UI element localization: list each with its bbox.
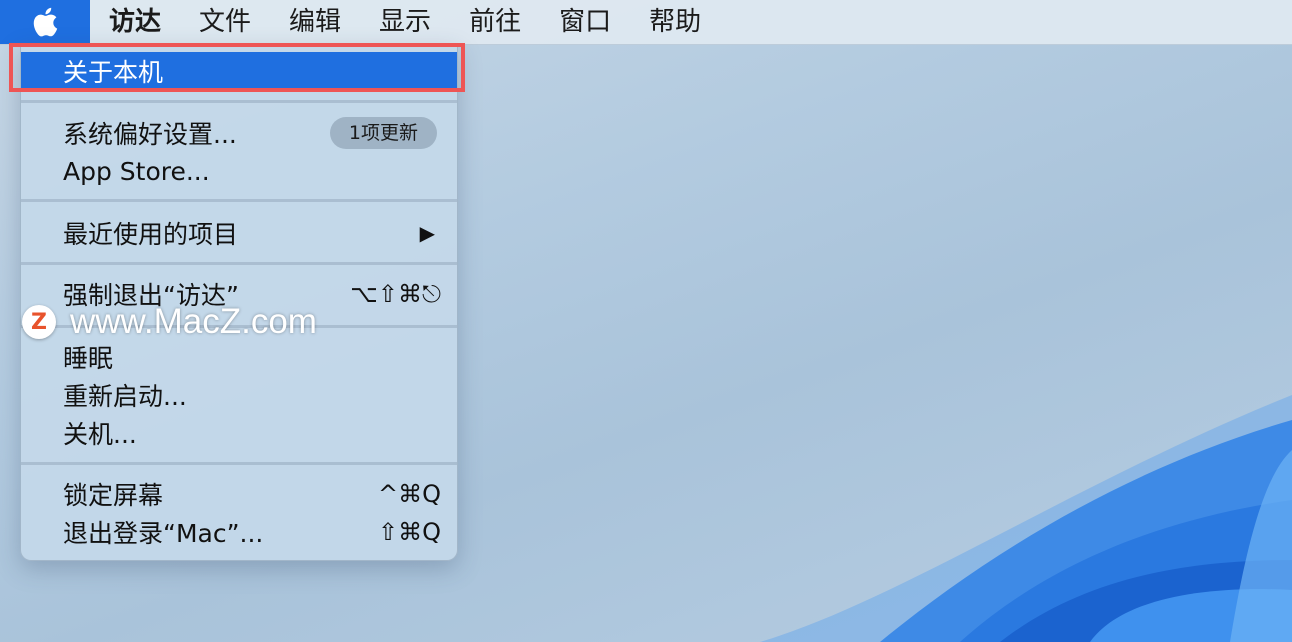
menubar-item-help[interactable]: 帮助 [630,0,720,44]
menubar-item-edit[interactable]: 编辑 [270,0,360,44]
watermark-text: www.MacZ.com [70,302,317,341]
menu-item-label: 睡眠 [63,344,114,373]
apple-logo-icon [33,7,58,37]
menubar-item-file[interactable]: 文件 [180,0,270,44]
keyboard-shortcut: ⇧⌘Q [378,518,441,546]
update-badge: 1项更新 [329,117,437,149]
menu-item-label: 锁定屏幕 [63,481,164,510]
menu-item-restart[interactable]: 重新启动... [21,376,457,414]
menubar-item-finder[interactable]: 访达 [90,0,180,44]
menubar-item-go[interactable]: 前往 [450,0,540,44]
menu-separator [21,100,457,103]
menu-item-sleep[interactable]: 睡眠 [21,338,457,376]
menu-item-system-preferences[interactable]: 系统偏好设置... 1项更新 [21,114,457,152]
menu-item-app-store[interactable]: App Store... [21,152,457,190]
annotation-highlight-box [9,43,465,92]
keyboard-shortcut: ^⌘Q [378,480,441,508]
menu-separator [21,199,457,202]
menu-item-label: App Store... [63,156,210,186]
menu-item-log-out[interactable]: 退出登录“Mac”... ⇧⌘Q [21,513,457,551]
menu-item-label: 关机... [63,420,137,449]
watermark-logo: Z [22,305,56,339]
menubar-item-window[interactable]: 窗口 [540,0,630,44]
menu-separator [21,462,457,465]
watermark: Z www.MacZ.com [22,302,317,342]
menu-item-lock-screen[interactable]: 锁定屏幕 ^⌘Q [21,475,457,513]
menubar-item-view[interactable]: 显示 [360,0,450,44]
menu-bar: 访达 文件 编辑 显示 前往 窗口 帮助 [0,0,1292,45]
menu-item-shutdown[interactable]: 关机... [21,414,457,452]
menu-separator [21,262,457,265]
menu-item-label: 最近使用的项目 [63,220,239,249]
chevron-right-icon: ▶ [419,221,435,245]
menu-item-label: 系统偏好设置... [63,120,237,149]
menu-item-recent-items[interactable]: 最近使用的项目 ▶ [21,214,457,252]
menu-item-label: 重新启动... [63,382,187,411]
menu-item-label: 退出登录“Mac”... [63,519,264,548]
keyboard-shortcut: ⌥⇧⌘⎋ [350,280,441,308]
apple-menu-button[interactable] [0,0,90,44]
